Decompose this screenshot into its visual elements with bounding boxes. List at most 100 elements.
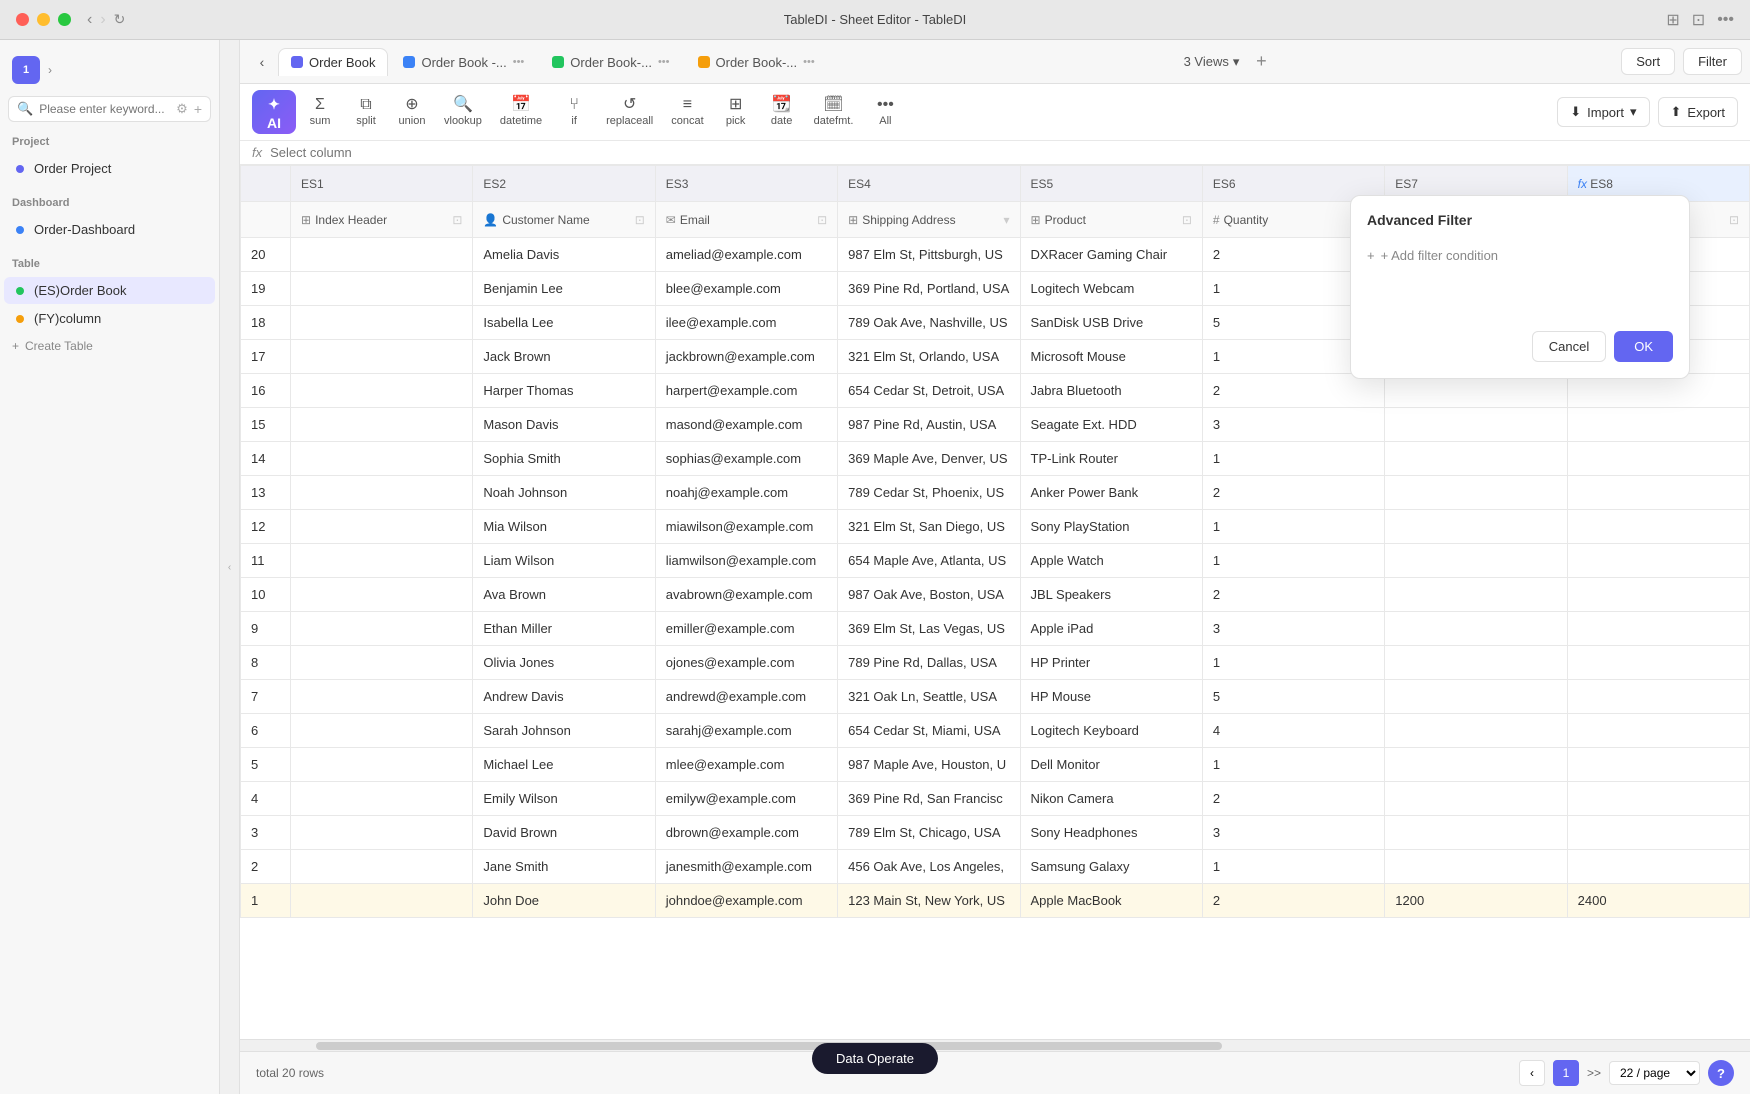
address-cell[interactable]: 369 Pine Rd, San Francisc [838,782,1020,816]
email-cell[interactable]: johndoe@example.com [655,884,837,918]
col-address-header[interactable]: ⊞ Shipping Address ▾ [838,202,1020,238]
tab-order-book-4[interactable]: Order Book-... ••• [685,48,828,76]
address-cell[interactable]: 321 Elm St, Orlando, USA [838,340,1020,374]
sum-button[interactable]: Σ sum [298,93,342,131]
vlookup-button[interactable]: 🔍 vlookup [436,93,490,131]
email-cell[interactable]: ameliad@example.com [655,238,837,272]
price-cell[interactable] [1385,612,1567,646]
data-operate-pill[interactable]: Data Operate [812,1043,938,1074]
address-cell[interactable]: 369 Elm St, Las Vegas, US [838,612,1020,646]
concat-button[interactable]: ≡ concat [663,93,711,131]
add-search-icon[interactable]: + [194,101,202,117]
filter-button[interactable]: Filter [1683,48,1742,75]
email-cell[interactable]: andrewd@example.com [655,680,837,714]
total-cell[interactable] [1567,680,1749,714]
window-icon2[interactable]: ⊡ [1692,10,1705,30]
table-row[interactable]: 14Sophia Smithsophias@example.com369 Map… [241,442,1750,476]
all-button[interactable]: ••• All [863,93,907,131]
index-cell[interactable] [291,850,473,884]
table-row[interactable]: 4Emily Wilsonemilyw@example.com369 Pine … [241,782,1750,816]
email-cell[interactable]: masond@example.com [655,408,837,442]
customer-cell[interactable]: Mia Wilson [473,510,655,544]
customer-cell[interactable]: Mason Davis [473,408,655,442]
email-cell[interactable]: blee@example.com [655,272,837,306]
price-cell[interactable] [1385,476,1567,510]
create-table-button[interactable]: + Create Table [0,333,219,359]
total-cell[interactable]: 2400 [1567,884,1749,918]
customer-cell[interactable]: Isabella Lee [473,306,655,340]
sidebar-nav-arrow[interactable]: › [48,63,52,77]
qty-cell[interactable]: 1 [1202,748,1384,782]
product-cell[interactable]: Apple MacBook [1020,884,1202,918]
qty-cell[interactable]: 5 [1202,680,1384,714]
email-cell[interactable]: jackbrown@example.com [655,340,837,374]
price-cell[interactable] [1385,646,1567,680]
index-cell[interactable] [291,510,473,544]
filter-cancel-button[interactable]: Cancel [1532,331,1606,362]
replaceall-button[interactable]: ↺ replaceall [598,93,661,131]
qty-cell[interactable]: 1 [1202,510,1384,544]
price-cell[interactable] [1385,748,1567,782]
customer-cell[interactable]: Andrew Davis [473,680,655,714]
address-cell[interactable]: 789 Cedar St, Phoenix, US [838,476,1020,510]
tab-more-4[interactable]: ••• [803,56,815,68]
customer-cell[interactable]: Jack Brown [473,340,655,374]
email-cell[interactable]: liamwilson@example.com [655,544,837,578]
price-cell[interactable] [1385,510,1567,544]
total-cell[interactable] [1567,408,1749,442]
formula-input[interactable] [270,145,1738,160]
col-email-header[interactable]: ✉ Email ⊡ [655,202,837,238]
table-row[interactable]: 7Andrew Davisandrewd@example.com321 Oak … [241,680,1750,714]
customer-cell[interactable]: Harper Thomas [473,374,655,408]
index-cell[interactable] [291,442,473,476]
customer-cell[interactable]: Benjamin Lee [473,272,655,306]
customer-cell[interactable]: John Doe [473,884,655,918]
table-row[interactable]: 11Liam Wilsonliamwilson@example.com654 M… [241,544,1750,578]
qty-cell[interactable]: 2 [1202,884,1384,918]
table-row[interactable]: 5Michael Leemlee@example.com987 Maple Av… [241,748,1750,782]
filter-icon[interactable]: ⚙ [176,101,188,117]
filter-ok-button[interactable]: OK [1614,331,1673,362]
product-cell[interactable]: Sony PlayStation [1020,510,1202,544]
qty-cell[interactable]: 1 [1202,850,1384,884]
views-button[interactable]: 3 Views ▾ [1176,50,1248,74]
window-icon1[interactable]: ⊞ [1666,10,1679,30]
table-row[interactable]: 12Mia Wilsonmiawilson@example.com321 Elm… [241,510,1750,544]
datefmt-button[interactable]: 🗓 datefmt. [806,93,862,131]
product-cell[interactable]: DXRacer Gaming Chair [1020,238,1202,272]
address-cell[interactable]: 369 Maple Ave, Denver, US [838,442,1020,476]
split-button[interactable]: ⧉ split [344,93,388,131]
price-cell[interactable] [1385,578,1567,612]
address-cell[interactable]: 789 Oak Ave, Nashville, US [838,306,1020,340]
export-button[interactable]: ⬆ Export [1658,97,1738,127]
product-cell[interactable]: JBL Speakers [1020,578,1202,612]
sort-button[interactable]: Sort [1621,48,1675,75]
index-cell[interactable] [291,374,473,408]
tab-more-3[interactable]: ••• [658,56,670,68]
sidebar-item-order-dashboard[interactable]: Order-Dashboard [4,216,215,243]
price-cell[interactable] [1385,544,1567,578]
email-cell[interactable]: ilee@example.com [655,306,837,340]
customer-cell[interactable]: Michael Lee [473,748,655,782]
customer-cell[interactable]: Emily Wilson [473,782,655,816]
price-cell[interactable] [1385,850,1567,884]
index-cell[interactable] [291,646,473,680]
price-cell[interactable]: 1200 [1385,884,1567,918]
total-cell[interactable] [1567,510,1749,544]
email-cell[interactable]: sarahj@example.com [655,714,837,748]
tab-back-button[interactable]: ‹ [248,48,276,76]
help-button[interactable]: ? [1708,1060,1734,1086]
product-cell[interactable]: Nikon Camera [1020,782,1202,816]
address-cell[interactable]: 369 Pine Rd, Portland, USA [838,272,1020,306]
price-cell[interactable] [1385,680,1567,714]
price-cell[interactable] [1385,816,1567,850]
horizontal-scrollbar[interactable] [240,1039,1750,1051]
product-cell[interactable]: HP Mouse [1020,680,1202,714]
index-cell[interactable] [291,340,473,374]
address-cell[interactable]: 987 Maple Ave, Houston, U [838,748,1020,782]
product-cell[interactable]: Seagate Ext. HDD [1020,408,1202,442]
qty-cell[interactable]: 3 [1202,408,1384,442]
total-cell[interactable] [1567,850,1749,884]
email-cell[interactable]: mlee@example.com [655,748,837,782]
customer-cell[interactable]: Ethan Miller [473,612,655,646]
